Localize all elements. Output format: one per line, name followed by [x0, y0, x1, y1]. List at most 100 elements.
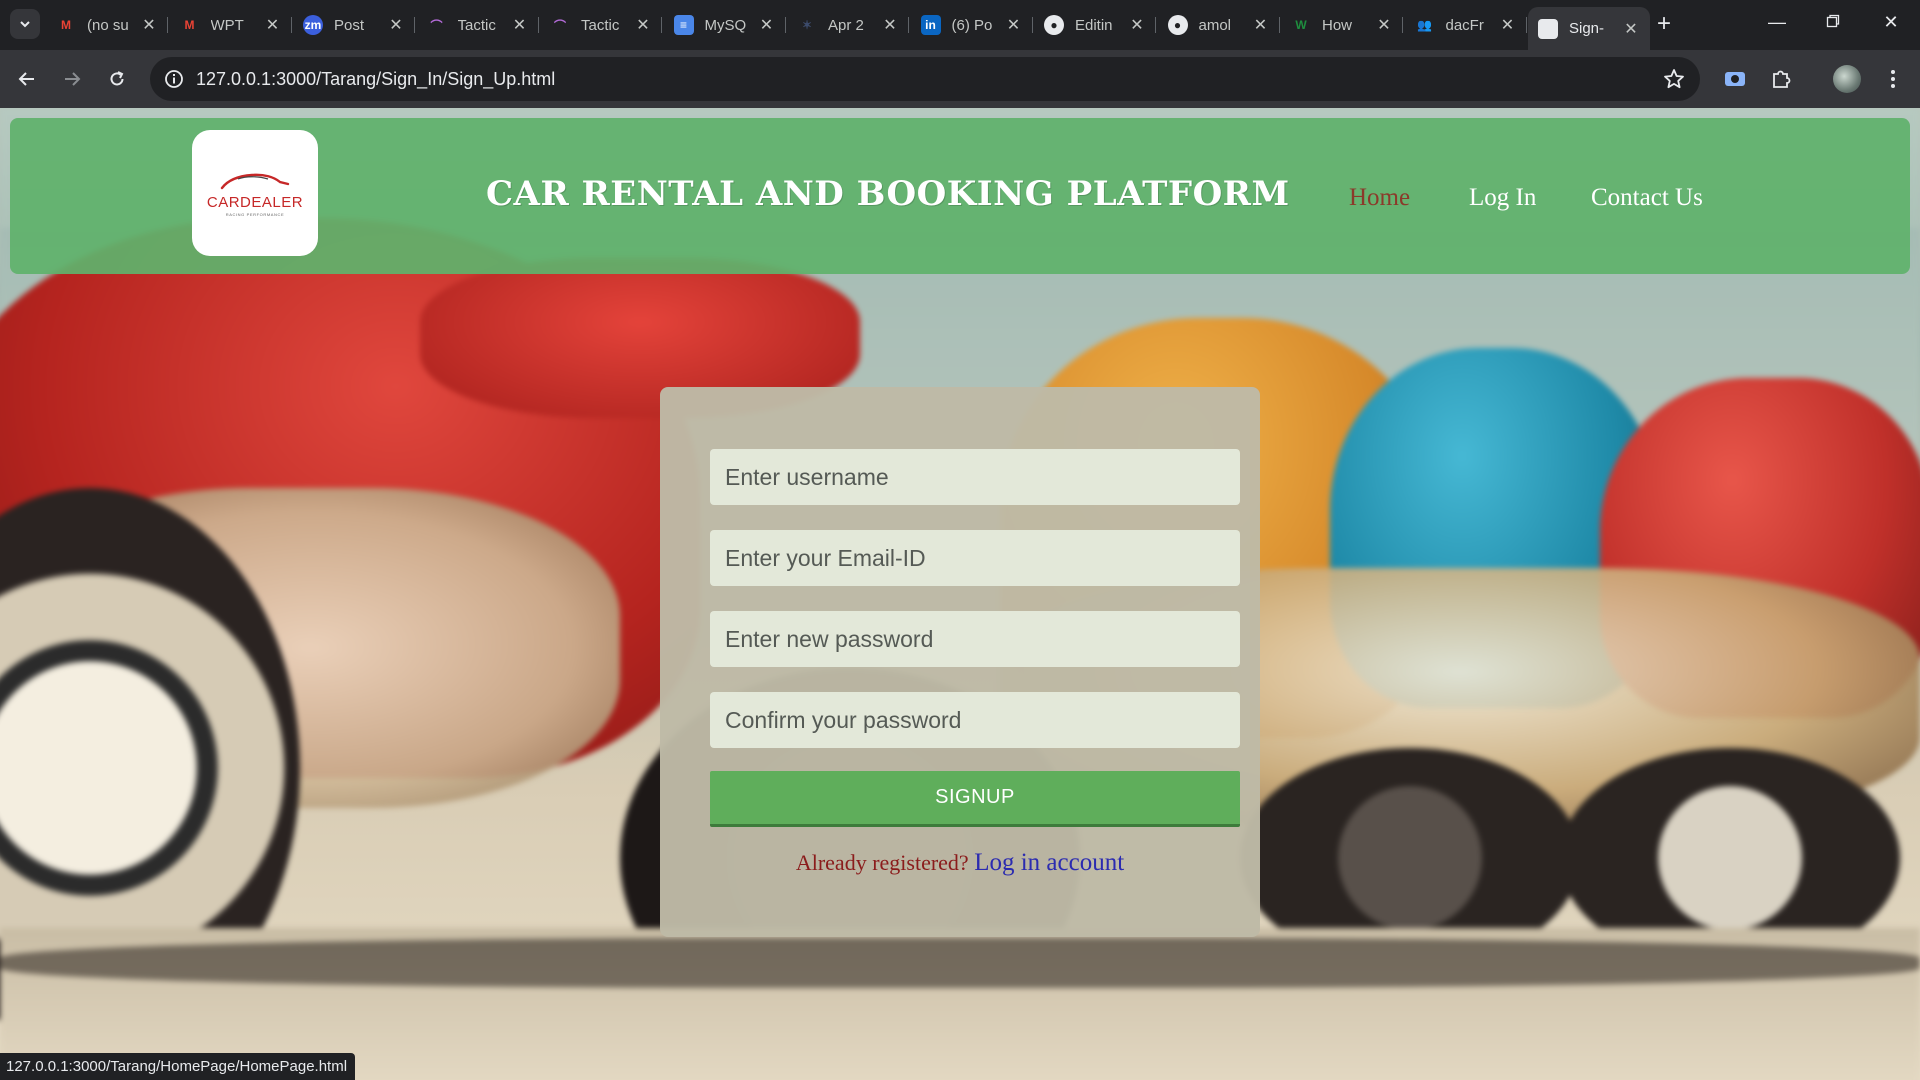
logo-tagline: RACING PERFORMANCE: [225, 211, 285, 217]
close-tab-icon[interactable]: ✕: [1375, 15, 1393, 35]
username-input[interactable]: [710, 449, 1240, 505]
tab-search-button[interactable]: [10, 9, 40, 39]
arrow-left-icon: [18, 72, 34, 86]
nav-login[interactable]: Log In: [1469, 184, 1536, 212]
tab-title: MySQ: [704, 16, 747, 34]
close-window-button[interactable]: ✕: [1876, 12, 1906, 38]
forward-button[interactable]: [57, 64, 87, 94]
close-tab-icon[interactable]: ✕: [1252, 15, 1270, 35]
tab-title: How: [1322, 16, 1353, 34]
confirm-password-input[interactable]: [710, 692, 1240, 748]
tab-title: (6) Po: [951, 16, 993, 34]
chevron-down-icon: [20, 21, 30, 28]
tab-divider: [908, 17, 909, 33]
tab-divider: [167, 17, 168, 33]
new-password-input[interactable]: [710, 611, 1240, 667]
close-tab-icon[interactable]: ✕: [758, 15, 776, 35]
tab-divider: [1525, 17, 1527, 33]
close-tab-icon[interactable]: ✕: [634, 15, 652, 35]
github-icon: ●: [1044, 15, 1064, 35]
tactiq-icon: ⌒: [553, 18, 566, 33]
sparkle-icon: ✶: [801, 18, 813, 32]
browser-tab[interactable]: W How ✕: [1281, 7, 1403, 43]
login-account-link[interactable]: Log in account: [974, 849, 1124, 876]
tab-divider: [414, 17, 415, 33]
browser-tab[interactable]: ⌒ Tactic ✕: [417, 7, 539, 43]
close-tab-icon[interactable]: ✕: [511, 15, 529, 35]
gmail-icon: M: [184, 18, 195, 32]
page-icon: [1538, 18, 1558, 39]
browser-tab[interactable]: zm Post ✕: [293, 7, 415, 43]
w-icon: W: [1295, 18, 1307, 32]
extensions-icon[interactable]: [1766, 64, 1796, 94]
profile-avatar[interactable]: [1832, 64, 1862, 94]
tab-divider: [661, 17, 662, 33]
browser-tab[interactable]: ● Editin ✕: [1034, 7, 1156, 43]
browser-tab[interactable]: ≡ MySQ ✕: [664, 7, 786, 43]
bookmark-star-icon[interactable]: [1662, 67, 1686, 91]
signup-button[interactable]: SIGNUP: [710, 771, 1240, 827]
linkedin-icon: in: [920, 15, 941, 35]
email-input[interactable]: [710, 530, 1240, 586]
tab-active[interactable]: Sign- ✕: [1528, 7, 1650, 50]
login-prompt: Already registered? Log in account: [660, 849, 1260, 877]
browser-tab[interactable]: ● amol ✕: [1158, 7, 1280, 43]
docs-icon: ≡: [673, 15, 694, 35]
tab-strip: M (no su ✕ M WPT ✕ zm Post ✕ ⌒ Tactic ✕ ⌒ Tactic ✕ ≡ MyS…: [0, 0, 1920, 50]
tab-divider: [1278, 17, 1280, 33]
menu-icon[interactable]: [1878, 64, 1908, 94]
browser-tab[interactable]: M WPT ✕: [170, 7, 292, 43]
already-registered-text: Already registered?: [795, 850, 969, 875]
close-tab-icon[interactable]: ✕: [140, 15, 158, 35]
tab-divider: [290, 17, 292, 33]
info-icon[interactable]: [162, 67, 186, 91]
link-status-bubble: 127.0.0.1:3000/Tarang/HomePage/HomePage.…: [0, 1053, 356, 1080]
close-tab-icon[interactable]: ✕: [1005, 15, 1023, 35]
close-tab-icon[interactable]: ✕: [387, 15, 405, 35]
browser-tab[interactable]: M (no su ✕: [46, 7, 168, 43]
close-tab-icon[interactable]: ✕: [881, 15, 899, 35]
browser-tab[interactable]: ✶ Apr 2 ✕: [787, 7, 909, 43]
browser-tab[interactable]: in (6) Po ✕: [911, 7, 1033, 43]
new-tab-button[interactable]: +: [1651, 12, 1677, 38]
tab-title: Post: [334, 16, 365, 34]
tab-divider: [1155, 17, 1156, 33]
tab-title: (no su: [87, 16, 129, 34]
tab-title: Tactic: [457, 16, 496, 34]
minimize-button[interactable]: —: [1762, 12, 1792, 38]
screen-capture-icon[interactable]: [1720, 64, 1750, 94]
nav-home[interactable]: Home: [1349, 184, 1410, 212]
url-text[interactable]: 127.0.0.1:3000/Tarang/Sign_In/Sign_Up.ht…: [196, 69, 555, 90]
reload-icon: [110, 71, 124, 86]
tab-title: amol: [1198, 16, 1232, 34]
browser-tab[interactable]: 👥 dacFr ✕: [1405, 7, 1527, 43]
zm-icon: zm: [303, 15, 323, 35]
gmail-icon: M: [61, 18, 71, 32]
close-tab-icon[interactable]: ✕: [1499, 15, 1517, 35]
nav-contact-us[interactable]: Contact Us: [1591, 184, 1703, 212]
tab-divider: [1402, 17, 1403, 33]
tab-title: dacFr: [1445, 16, 1484, 34]
tab-divider: [537, 17, 539, 33]
close-tab-icon[interactable]: ✕: [1128, 15, 1146, 35]
tab-title: WPT: [210, 16, 244, 34]
close-tab-icon[interactable]: ✕: [1622, 19, 1640, 39]
site-logo[interactable]: CARDEALER RACING PERFORMANCE: [192, 130, 318, 256]
tab-title: Tactic: [581, 16, 620, 34]
address-bar[interactable]: 127.0.0.1:3000/Tarang/Sign_In/Sign_Up.ht…: [150, 57, 1700, 101]
restore-icon: [1826, 14, 1840, 28]
car-logo-icon: [220, 173, 290, 189]
signup-form: SIGNUP Already registered? Log in accoun…: [660, 387, 1260, 937]
close-tab-icon[interactable]: ✕: [264, 15, 282, 35]
logo-wordmark: CARDEALER: [206, 193, 304, 211]
site-header: CARDEALER RACING PERFORMANCE CAR RENTAL …: [10, 118, 1910, 274]
tab-divider: [784, 17, 786, 33]
restore-button[interactable]: [1818, 12, 1848, 38]
tab-title: Apr 2: [828, 16, 864, 34]
browser-tab[interactable]: ⌒ Tactic ✕: [540, 7, 662, 43]
page-viewport: CARDEALER RACING PERFORMANCE CAR RENTAL …: [0, 108, 1920, 1080]
site-title: CAR RENTAL AND BOOKING PLATFORM: [486, 174, 1290, 214]
tactiq-icon: ⌒: [430, 18, 443, 33]
reload-button[interactable]: [102, 64, 132, 94]
back-button[interactable]: [12, 64, 42, 94]
